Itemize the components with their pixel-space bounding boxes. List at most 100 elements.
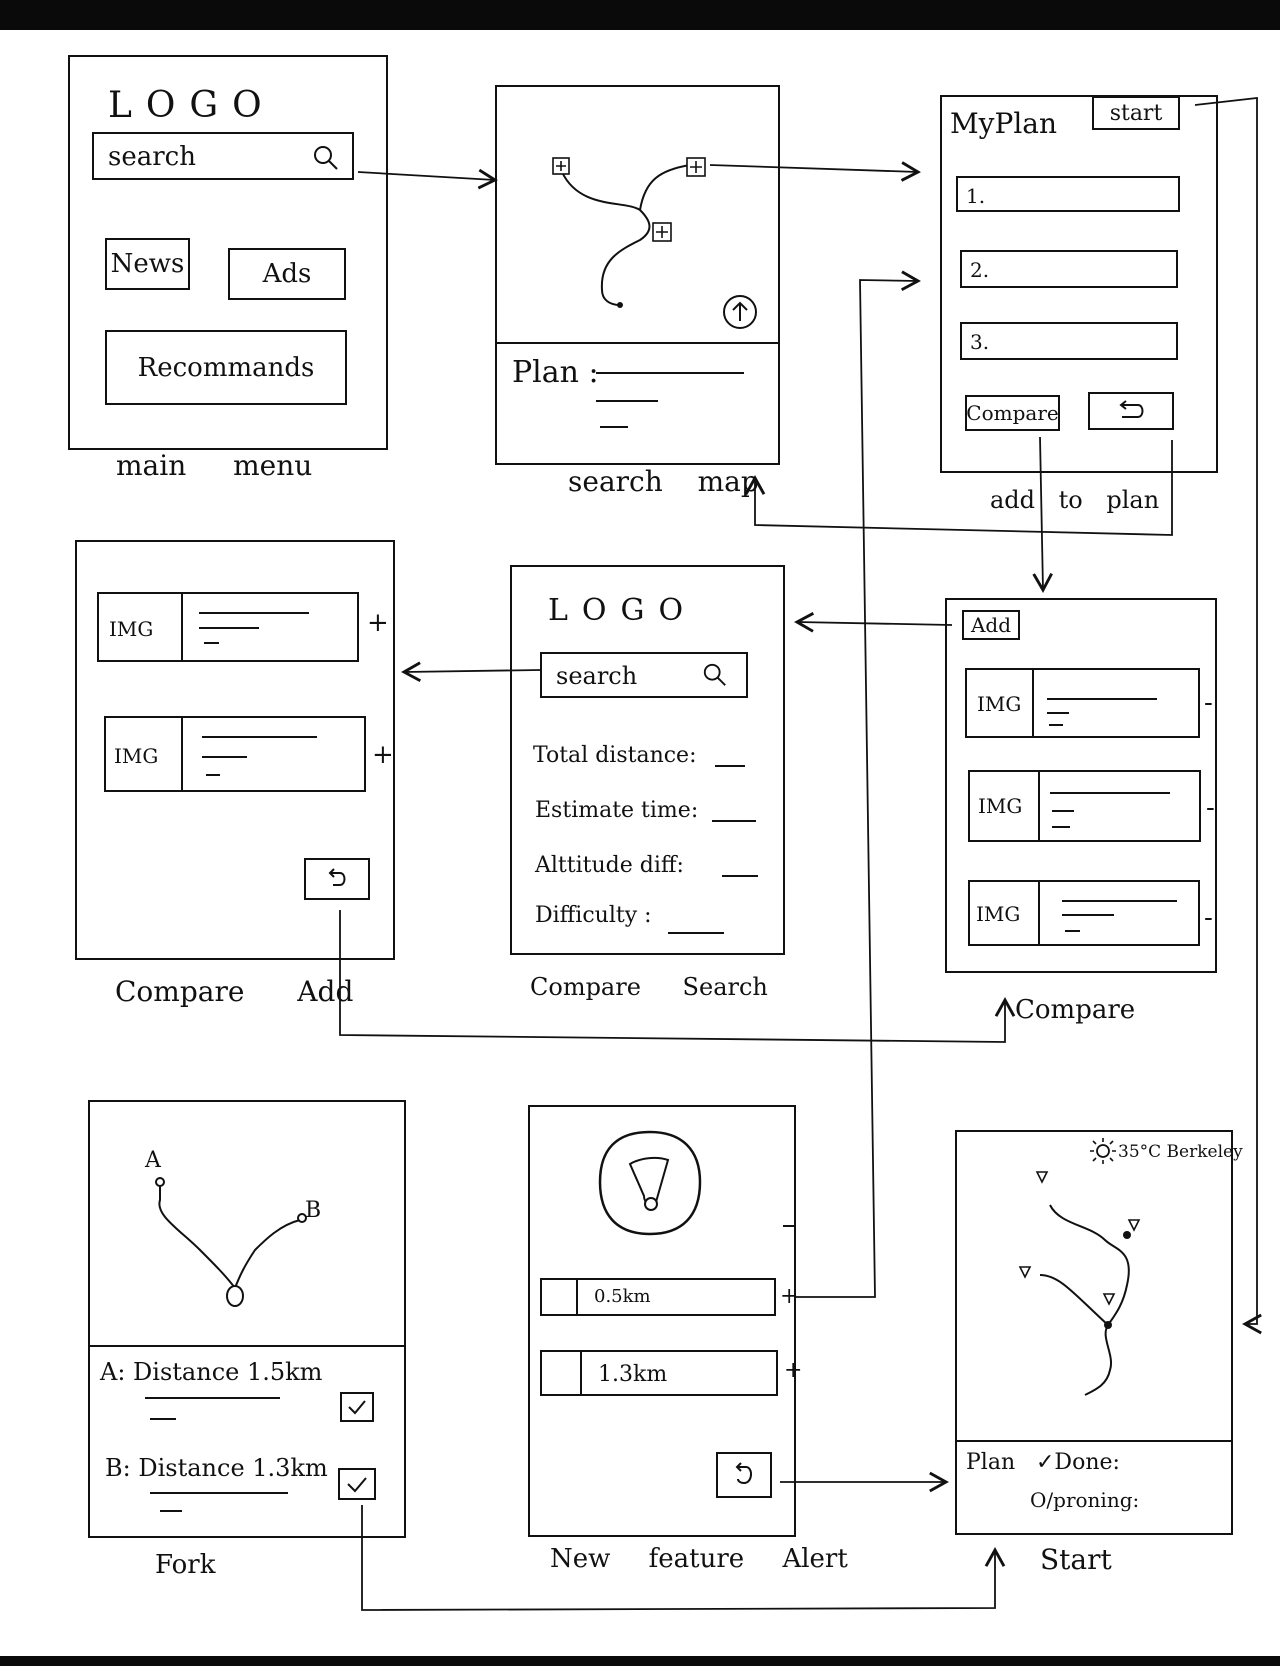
ads-button[interactable]: Ads [228,248,346,300]
back-arrow-icon [328,868,346,886]
zoom-plus-icon[interactable] [652,222,672,242]
compare-search-caption: Compare Search [530,973,768,1001]
alert-add-button[interactable]: + [784,1360,802,1382]
ads-label: Ads [262,259,312,289]
row-line [1049,724,1063,726]
start-label: start [1109,100,1163,126]
compare-add-row[interactable]: IMG [104,716,366,792]
alert-distance-row[interactable]: 1.3km [540,1350,778,1396]
compass-icon [598,1130,702,1236]
alert-distance-value: 0.5km [594,1286,651,1307]
start-plan-label: Plan [966,1450,1016,1475]
row-divider [181,718,183,790]
plan-line [596,400,658,402]
start-divider [957,1440,1231,1442]
fork-line-a-underline [145,1397,280,1399]
fork-point-a: A [145,1148,161,1173]
compare-remove-button[interactable]: - [1204,905,1213,931]
alert-edge-mark [783,1225,795,1227]
row-line [199,627,259,629]
news-label: News [110,249,185,279]
map-pin-icon[interactable] [1127,1218,1141,1232]
zoom-plus-icon[interactable] [686,157,706,177]
row-line [202,736,317,738]
search-icon[interactable] [312,144,340,172]
plan-back-button[interactable] [1088,392,1174,430]
fork-line-b-underline [150,1492,288,1494]
field-line [715,765,745,767]
add-to-plan-caption: add to plan [990,486,1160,514]
sun-icon [1090,1138,1116,1164]
start-button[interactable]: start [1092,96,1180,130]
row-line [1047,698,1157,700]
row-line [1050,792,1170,794]
zoom-plus-icon[interactable] [552,157,570,175]
compare-row[interactable]: IMG [965,668,1200,738]
upload-arrow-icon[interactable] [722,294,758,330]
row-line [1047,712,1069,714]
compare-remove-button[interactable]: - [1206,795,1215,821]
compare-search-input[interactable]: search [540,652,748,698]
search-map-divider [497,342,778,344]
difficulty-label: Difficulty : [535,903,652,928]
fork-line-b: B: Distance 1.3km [105,1454,328,1482]
new-feature-alert-caption: New feature Alert [550,1544,848,1574]
img-placeholder: IMG [976,902,1021,926]
main-menu-search-placeholder: search [108,142,196,172]
plan-item-1[interactable]: 1. [956,176,1180,212]
map-pin-icon[interactable] [1018,1265,1032,1279]
back-arrow-icon [1119,400,1144,418]
my-plan-title: MyPlan [950,107,1058,140]
checkbox-icon[interactable] [340,1392,374,1422]
compare-add-back-button[interactable] [304,858,370,900]
compare-add-row[interactable]: IMG [97,592,359,662]
row-divider [580,1352,582,1394]
plan-item-2-label: 2. [970,258,990,282]
fork-route [155,1177,307,1307]
compare-add-plus-button[interactable]: + [372,742,394,768]
search-icon[interactable] [702,662,728,688]
alert-back-button[interactable] [716,1452,772,1498]
bottom-border [0,1656,1280,1666]
main-menu-search-input[interactable]: search [92,132,354,180]
row-divider [1038,772,1040,840]
field-line [722,875,758,877]
alert-add-button[interactable]: + [780,1286,798,1308]
plan-item-2[interactable]: 2. [960,250,1178,288]
back-arrow-icon [735,1462,752,1485]
search-map-caption: search map [568,465,759,498]
map-pin-icon[interactable] [1035,1170,1049,1184]
compare-row[interactable]: IMG [968,880,1200,946]
row-divider [1038,882,1040,944]
checkbox-icon[interactable] [338,1468,376,1500]
field-line [712,820,756,822]
img-placeholder: IMG [109,617,154,641]
compare-button[interactable]: Compare [965,395,1060,431]
altitude-diff-label: Alttitude diff: [535,853,684,878]
compare-add-plus-button[interactable]: + [367,610,389,636]
fork-point-b: B [305,1198,322,1223]
row-line [1052,810,1074,812]
estimate-time-label: Estimate time: [535,798,699,823]
plan-item-3[interactable]: 3. [960,322,1178,360]
add-button[interactable]: Add [962,610,1020,640]
start-caption: Start [1040,1543,1112,1576]
row-divider [1032,670,1034,736]
fork-divider [90,1345,404,1347]
img-placeholder: IMG [978,794,1023,818]
add-label: Add [970,613,1012,637]
main-menu-logo: LOGO [108,85,276,126]
fork-line-b-detail [160,1510,182,1512]
recommands-button[interactable]: Recommands [105,330,347,405]
news-button[interactable]: News [105,238,190,290]
compare-remove-button[interactable]: - [1204,690,1213,716]
search-map-plan-label: Plan : [512,355,599,390]
search-map-route [561,164,691,308]
plan-item-3-label: 3. [970,330,990,354]
alert-distance-row[interactable]: 0.5km [540,1278,776,1316]
row-line [1062,914,1114,916]
compare-row[interactable]: IMG [968,770,1201,842]
fork-caption: Fork [155,1550,216,1580]
row-line [206,774,220,776]
map-pin-icon[interactable] [1102,1292,1116,1306]
